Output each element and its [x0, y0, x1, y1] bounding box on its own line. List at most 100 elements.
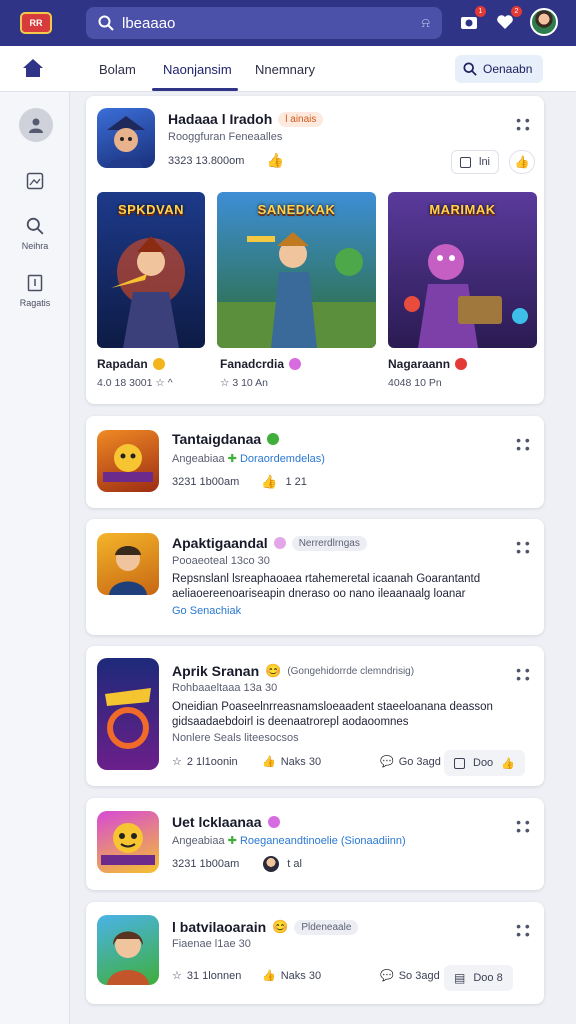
emoji-icon: 😊 [265, 663, 282, 678]
card-subtitle: Rooggfuran Feneaalles [168, 131, 283, 143]
star-icon: ☆ [172, 756, 182, 768]
badge-icon [267, 816, 280, 828]
like-count: 1 21 [285, 476, 307, 488]
comments-stat[interactable]: 💬 So 3agd [380, 969, 440, 983]
favorites-button[interactable]: 2 [494, 6, 522, 33]
feed-card: Aprik Sranan 😊 (Gongehidorrde clemndrisi… [86, 646, 544, 786]
app-icon-tantaigdanaa[interactable] [97, 430, 159, 492]
user-count: t al [287, 858, 302, 870]
like-button[interactable]: 👍 [509, 150, 535, 174]
sidebar-profile-button[interactable] [19, 108, 53, 142]
card-action-label: Doo [473, 757, 494, 769]
card-link[interactable]: Roeganeandtinoelie (Sionaadiinn) [240, 835, 406, 847]
card-title[interactable]: Aprik Sranan [172, 663, 259, 679]
game-name[interactable]: Fanadcrdia [220, 357, 302, 371]
more-options-icon[interactable]: • • • • [516, 433, 530, 455]
save-button-label: lni [479, 156, 491, 168]
card-meta: 3323 13.800om [168, 154, 245, 167]
document-icon [27, 274, 43, 292]
game-art-2[interactable]: SANEDKAK [217, 192, 376, 348]
card-title[interactable]: Hadaaa l Iradoh [168, 111, 272, 127]
save-button[interactable]: lni [451, 150, 500, 174]
likes-stat[interactable]: 👍 Naks 30 [262, 755, 321, 769]
header-action-label: Oenaabn [483, 62, 533, 76]
star-badge-icon [455, 358, 468, 370]
app-icon-apaktigaandal[interactable] [97, 533, 159, 595]
card-subtitle: Angeabiaa ✚ Roeganeandtinoelie (Sionaadi… [172, 835, 406, 847]
header-action-button[interactable]: Oenaabn [455, 55, 543, 83]
card-link[interactable]: Doraordemdelas) [240, 453, 325, 465]
tab-naonjansim[interactable]: Naonjansim [163, 62, 232, 77]
card-action-label: Doo 8 [473, 972, 503, 984]
home-icon [23, 59, 43, 77]
search-icon [26, 217, 44, 235]
tab-bolam[interactable]: Bolam [99, 62, 136, 77]
card-note: Nonlere Seals liteesocsos [172, 732, 299, 744]
heart-icon [497, 15, 513, 29]
star-icon: ☆ [172, 970, 182, 982]
game-meta: ☆ 3 10 An [220, 377, 268, 389]
search-input[interactable] [122, 14, 422, 32]
game-art-title: SPKDVAN [117, 202, 185, 217]
camera-icon [461, 17, 477, 29]
card-title[interactable]: Tantaigdanaa [172, 431, 261, 447]
feed-card: Tantaigdanaa Angeabiaa ✚ Doraordemdelas)… [86, 416, 544, 508]
comments-stat[interactable]: 💬 Go 3agd [380, 755, 441, 769]
card-subtitle: Rohbaaeltaaa 13a 30 [172, 682, 278, 694]
card-action-button[interactable]: Doo 👍 [444, 750, 525, 776]
card-title[interactable]: Apaktigaandal [172, 535, 268, 551]
image-icon [26, 172, 44, 190]
more-options-icon[interactable]: • • • • [516, 663, 530, 685]
card-subtitle: Pooaeoteal 13co 30 [172, 555, 270, 567]
game-art-1[interactable]: SPKDVAN [97, 192, 205, 348]
app-icon-hadaaa[interactable] [97, 108, 155, 168]
game-name[interactable]: Rapadan [97, 357, 165, 371]
more-options-icon[interactable]: • • • • [516, 919, 530, 941]
active-tab-indicator [152, 88, 238, 91]
app-icon-batvilaoarain[interactable] [97, 915, 159, 985]
card-description: Oneidian Poaseelnrreasnamsloeaadent stae… [172, 701, 493, 728]
feed-card: Apaktigaandal Nerrerdlrngas Pooaeoteal 1… [86, 519, 544, 635]
card-subtitle: Angeabiaa ✚ Doraordemdelas) [172, 453, 325, 465]
card-tag: (Gongehidorrde clemndrisig) [287, 665, 415, 677]
sidebar-item-neihra[interactable]: Neihra [0, 217, 70, 251]
card-title[interactable]: l batvilaoarain [172, 919, 266, 935]
app-logo[interactable]: RR [20, 12, 52, 34]
app-icon-uet-lcklaanaa[interactable] [97, 811, 159, 873]
card-title[interactable]: Uet lcklaanaa [172, 814, 262, 830]
app-icon-aprik-sranan[interactable] [97, 658, 159, 770]
sidebar: Neihra Ragatis [0, 92, 70, 1024]
game-art-title: MARIMAK [429, 202, 496, 217]
game-meta: 4.0 18 3001 ☆ ^ [97, 377, 173, 389]
rating-stat[interactable]: ☆ 31 1lonnen [172, 969, 241, 983]
user-avatar-small [263, 856, 280, 872]
microphone-icon[interactable]: ⍾ [421, 15, 430, 31]
tab-nnemnary[interactable]: Nnemnary [255, 62, 315, 77]
more-options-icon[interactable]: • • • • [516, 815, 530, 837]
search-bar[interactable]: ⍾ [86, 7, 442, 39]
sidebar-item-ragatis[interactable]: Ragatis [0, 274, 70, 308]
more-options-icon[interactable]: • • • • [516, 113, 530, 135]
sidebar-item-label: Neihra [21, 241, 49, 251]
user-avatar[interactable] [530, 8, 558, 36]
game-name[interactable]: Nagaraann [388, 357, 468, 371]
search-icon [98, 15, 114, 31]
more-options-icon[interactable]: • • • • [516, 536, 530, 558]
badge-icon [273, 537, 286, 549]
rating-stat[interactable]: ☆ 2 1l1oonin [172, 755, 238, 769]
game-art-3[interactable]: MARIMAK [388, 192, 537, 348]
likes-stat[interactable]: 👍 Naks 30 [262, 969, 321, 983]
home-button[interactable] [22, 58, 44, 83]
notifications-button[interactable]: 1 [458, 6, 486, 33]
card-meta: 3231 1b00am [172, 858, 240, 870]
list-icon: ▤ [454, 971, 466, 985]
card-description: Repsnslanl lsreaphaoaea rtahemeretal ica… [172, 573, 481, 600]
card-subtitle: Fiaenae l1ae 30 [172, 938, 251, 950]
thumbs-up-icon: 👍 [261, 474, 278, 489]
sidebar-item-image[interactable] [0, 172, 70, 190]
see-more-link[interactable]: Go Senachiak [172, 605, 241, 617]
feed-card: Uet lcklaanaa Angeabiaa ✚ Roeganeandtino… [86, 798, 544, 890]
checkbox-icon [460, 156, 471, 168]
star-badge-icon [289, 358, 302, 370]
card-action-button[interactable]: ▤ Doo 8 [444, 965, 513, 991]
